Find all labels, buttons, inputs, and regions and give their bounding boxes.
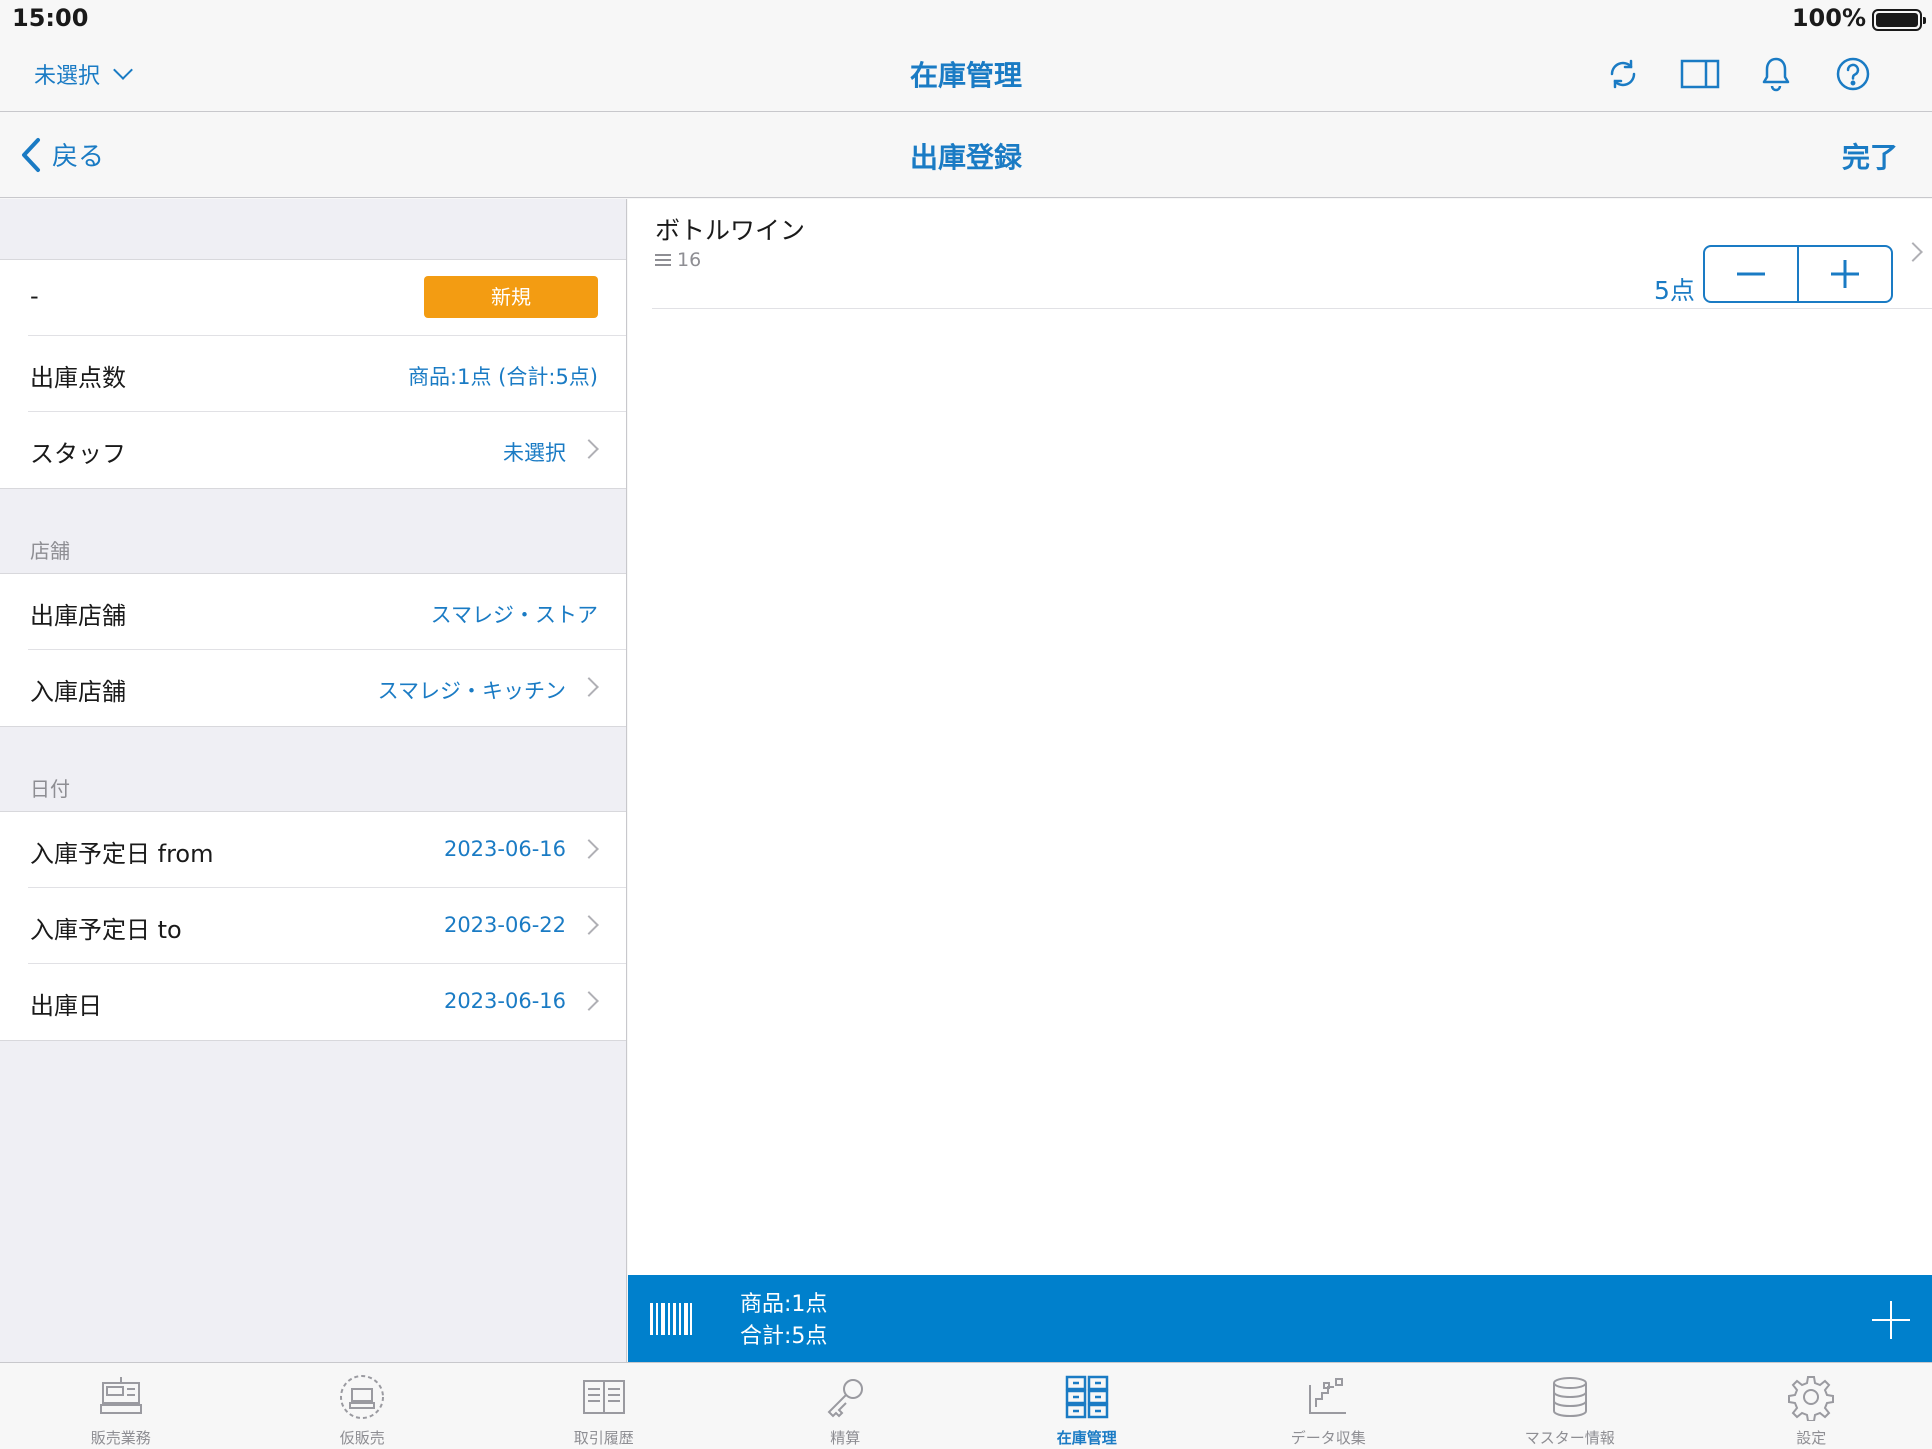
key-icon — [827, 1379, 864, 1418]
arrival-to-label: 入庫予定日 to — [30, 916, 182, 944]
quantity-stepper[interactable] — [1703, 245, 1893, 303]
tab-label: データ収集 — [1290, 1429, 1366, 1447]
list-item[interactable]: ボトルワイン 16 5点 — [652, 199, 1932, 309]
tab-bar: 販売業務 仮販売 取引履歴 精算 在庫管理 データ収集 マスター情報 設定 — [0, 1362, 1932, 1449]
tab-sales[interactable]: 販売業務 — [0, 1363, 242, 1449]
count-label: 出庫点数 — [30, 364, 126, 392]
item-list: ボトルワイン 16 5点 — [628, 199, 1932, 1275]
tab-label: 在庫管理 — [1056, 1429, 1117, 1447]
tab-label: 販売業務 — [90, 1429, 151, 1447]
arrival-to-row[interactable]: 入庫予定日 to 2023-06-22 — [28, 888, 626, 964]
summary-text: 商品:1点 合計:5点 — [740, 1289, 827, 1353]
split-view-icon[interactable] — [1678, 52, 1722, 96]
status-time: 15:00 — [12, 4, 89, 32]
ship-date-label: 出庫日 — [30, 992, 102, 1020]
tab-settings[interactable]: 設定 — [1691, 1363, 1932, 1449]
chevron-right-icon[interactable] — [1903, 242, 1923, 262]
ship-date-row[interactable]: 出庫日 2023-06-16 — [28, 964, 626, 1040]
inventory-icon — [1065, 1375, 1108, 1419]
item-code-value: 16 — [677, 249, 702, 271]
chevron-right-icon — [579, 991, 599, 1011]
list-lines-icon — [655, 254, 671, 266]
tab-temp-sale[interactable]: 仮販売 — [242, 1363, 484, 1449]
status-row: - 新規 — [28, 260, 626, 336]
chevron-right-icon — [579, 915, 599, 935]
in-store-row[interactable]: 入庫店舗 スマレジ・キッチン — [28, 650, 626, 726]
summary-group: - 新規 出庫点数 商品:1点 (合計:5点) スタッフ 未選択 — [0, 259, 626, 489]
tab-label: 精算 — [830, 1429, 861, 1447]
store-section-header: 店舗 — [30, 539, 70, 563]
out-store-row: 出庫店舗 スマレジ・ストア — [28, 574, 626, 650]
store-select[interactable]: 未選択 — [34, 58, 133, 90]
staff-value: 未選択 — [503, 441, 566, 465]
left-panel: - 新規 出庫点数 商品:1点 (合計:5点) スタッフ 未選択 店舗 出庫店舗… — [0, 199, 627, 1362]
refresh-icon[interactable] — [1601, 52, 1645, 96]
add-icon[interactable] — [1872, 1301, 1910, 1339]
out-store-value: スマレジ・ストア — [430, 603, 598, 627]
tab-history[interactable]: 取引履歴 — [483, 1363, 725, 1449]
ship-date-value: 2023-06-16 — [443, 989, 566, 1013]
minus-button[interactable] — [1705, 247, 1797, 301]
item-name: ボトルワイン — [655, 216, 806, 245]
tab-data-collection[interactable]: データ収集 — [1208, 1363, 1450, 1449]
date-group: 入庫予定日 from 2023-06-16 入庫予定日 to 2023-06-2… — [0, 811, 626, 1041]
temp-sale-icon — [340, 1375, 385, 1419]
staff-label: スタッフ — [30, 440, 126, 468]
tab-label: 取引履歴 — [573, 1429, 634, 1447]
status-text: - — [30, 282, 39, 310]
staff-row[interactable]: スタッフ 未選択 — [28, 412, 626, 488]
help-icon[interactable] — [1831, 52, 1875, 96]
store-select-label: 未選択 — [34, 64, 101, 89]
battery-icon — [1872, 9, 1926, 31]
count-value: 商品:1点 (合計:5点) — [408, 365, 598, 389]
chevron-left-icon — [22, 137, 40, 172]
arrival-from-row[interactable]: 入庫予定日 from 2023-06-16 — [28, 812, 626, 888]
register-icon — [99, 1377, 142, 1414]
gear-icon — [1788, 1376, 1835, 1421]
bell-icon[interactable] — [1754, 52, 1798, 96]
date-section-header: 日付 — [30, 777, 70, 801]
item-code: 16 — [655, 249, 701, 271]
tab-master[interactable]: マスター情報 — [1449, 1363, 1691, 1449]
tab-label: マスター情報 — [1524, 1429, 1615, 1447]
nav-bar: 戻る 出庫登録 完了 — [0, 112, 1932, 198]
summary-items: 商品:1点 — [740, 1292, 828, 1317]
arrival-from-value: 2023-06-16 — [443, 837, 566, 861]
out-store-label: 出庫店舗 — [30, 602, 126, 630]
tab-label: 設定 — [1796, 1429, 1827, 1447]
in-store-value: スマレジ・キッチン — [377, 679, 566, 703]
summary-bar: 商品:1点 合計:5点 — [628, 1275, 1932, 1362]
back-button[interactable]: 戻る — [20, 136, 104, 173]
tab-label: 仮販売 — [339, 1429, 385, 1447]
tab-settlement[interactable]: 精算 — [725, 1363, 967, 1449]
page-title: 出庫登録 — [909, 141, 1022, 174]
battery-percent: 100% — [1791, 4, 1866, 32]
done-button[interactable]: 完了 — [1842, 136, 1898, 176]
app-header: 未選択 在庫管理 — [0, 38, 1932, 112]
chevron-down-icon — [113, 60, 133, 80]
arrival-from-label: 入庫予定日 from — [30, 840, 214, 868]
chevron-right-icon — [579, 839, 599, 859]
status-bar: 15:00 100% — [0, 0, 1932, 38]
history-icon — [582, 1380, 625, 1414]
data-collection-icon — [1309, 1378, 1347, 1414]
plus-button[interactable] — [1797, 247, 1891, 301]
count-row: 出庫点数 商品:1点 (合計:5点) — [28, 336, 626, 412]
arrival-to-value: 2023-06-22 — [443, 913, 566, 937]
summary-total: 合計:5点 — [740, 1324, 828, 1349]
store-group: 出庫店舗 スマレジ・ストア 入庫店舗 スマレジ・キッチン — [0, 573, 626, 727]
barcode-icon[interactable] — [650, 1303, 692, 1339]
chevron-right-icon — [579, 677, 599, 697]
item-quantity: 5点 — [1654, 276, 1695, 305]
status-badge: 新規 — [424, 276, 598, 318]
tab-inventory[interactable]: 在庫管理 — [966, 1363, 1208, 1449]
chevron-right-icon — [579, 439, 599, 459]
back-label: 戻る — [52, 142, 105, 172]
in-store-label: 入庫店舗 — [30, 678, 126, 706]
database-icon — [1552, 1377, 1587, 1418]
